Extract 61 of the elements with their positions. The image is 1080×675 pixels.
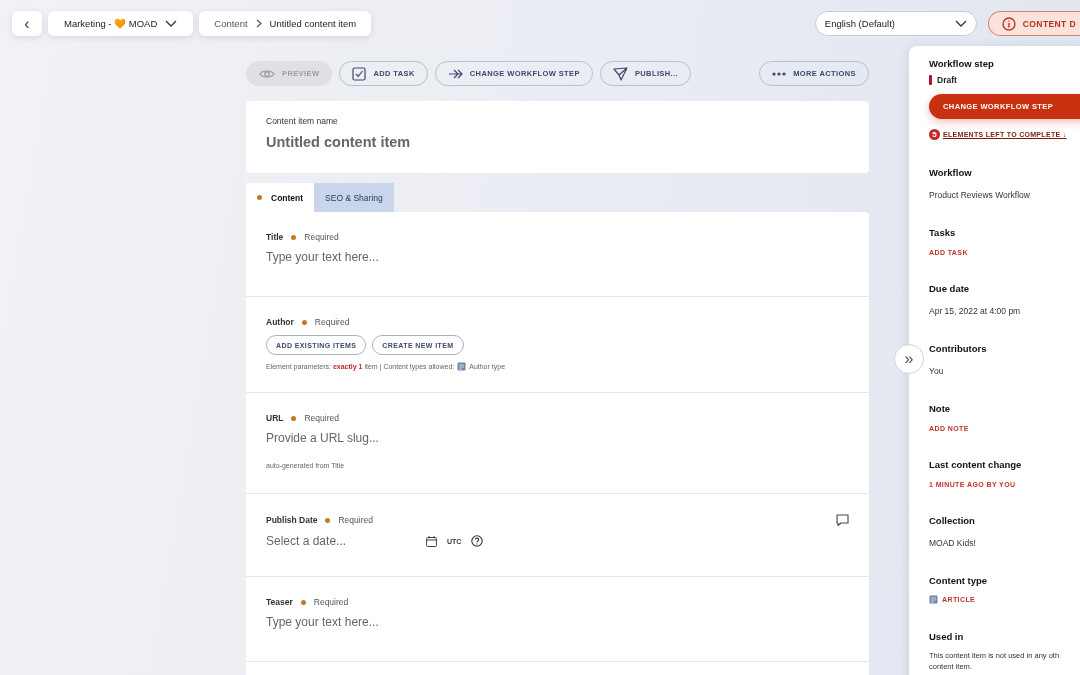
required-label: Required (304, 413, 339, 423)
section-heading: Last content change (929, 459, 1023, 470)
section-value: Product Reviews Workflow (929, 190, 1031, 200)
comment-icon (836, 514, 849, 526)
section-heading: Workflow step (929, 58, 995, 69)
back-button[interactable]: ‹ (12, 11, 42, 36)
tab[interactable]: Content (246, 183, 315, 212)
info-icon (1001, 16, 1016, 31)
section-heading: Content type (929, 575, 989, 586)
tab[interactable]: SEO & Sharing (314, 183, 394, 212)
calendar-icon[interactable] (426, 535, 437, 547)
step-name: Draft (937, 75, 957, 85)
count-badge: 5 (929, 129, 940, 140)
required-dot (291, 415, 297, 421)
name-value[interactable]: Untitled content item (266, 134, 849, 150)
field-label: Teaser (266, 597, 293, 607)
chevron-down-icon (165, 19, 178, 28)
text-input[interactable]: Provide a URL slug... (266, 431, 566, 445)
expand-button[interactable]: » (894, 344, 924, 374)
section-heading: Workflow (929, 167, 973, 178)
project-dropdown[interactable]: Marketing - 🧡 MOAD (48, 11, 194, 36)
required-dot (325, 517, 331, 523)
section-value: MOAD Kids! (929, 538, 977, 548)
content-type-icon (457, 362, 467, 371)
required-label: Required (314, 317, 350, 327)
field-label: Content item name (266, 116, 339, 126)
required-dot (291, 234, 297, 240)
eye-icon (259, 67, 275, 80)
section-value: You (929, 366, 945, 376)
more-icon (772, 70, 787, 77)
required-label: Required (304, 232, 339, 242)
paper-plane-icon (612, 66, 628, 81)
section-value: Apr 15, 2022 at 4:00 pm (929, 306, 1022, 316)
section-heading: Used in (929, 631, 965, 642)
section-heading: Collection (929, 515, 976, 526)
section-heading: Tasks (929, 227, 957, 238)
field-label: Publish Date (266, 515, 318, 525)
section-heading: Note (929, 403, 952, 414)
chevron-right-icon (255, 19, 262, 28)
breadcrumb-item[interactable]: Content (214, 18, 248, 29)
checkbox-icon (352, 66, 367, 81)
help-icon[interactable] (471, 535, 484, 547)
date-input[interactable]: Select a date... (266, 534, 416, 548)
section-heading: Contributors (929, 343, 988, 354)
incomplete-dot (257, 195, 262, 200)
chevron-down-icon (954, 19, 967, 28)
section-heading: Due date (929, 283, 971, 294)
status-button[interactable]: CONTENT D (987, 11, 1080, 36)
content-type-icon (929, 595, 938, 604)
required-label: Required (338, 515, 373, 525)
breadcrumb-item: Untitled content item (269, 18, 357, 29)
field-label: Author (266, 317, 294, 327)
language-dropdown[interactable]: English (Default) (814, 11, 977, 36)
text-input[interactable]: Type your text here... (266, 615, 566, 629)
text-input[interactable]: Type your text here... (266, 250, 566, 264)
field-label: Title (266, 232, 284, 242)
required-label: Required (313, 597, 349, 607)
field-label: URL (266, 413, 284, 423)
arrow-icon (447, 67, 463, 80)
required-dot (301, 319, 307, 325)
required-dot (300, 599, 306, 605)
